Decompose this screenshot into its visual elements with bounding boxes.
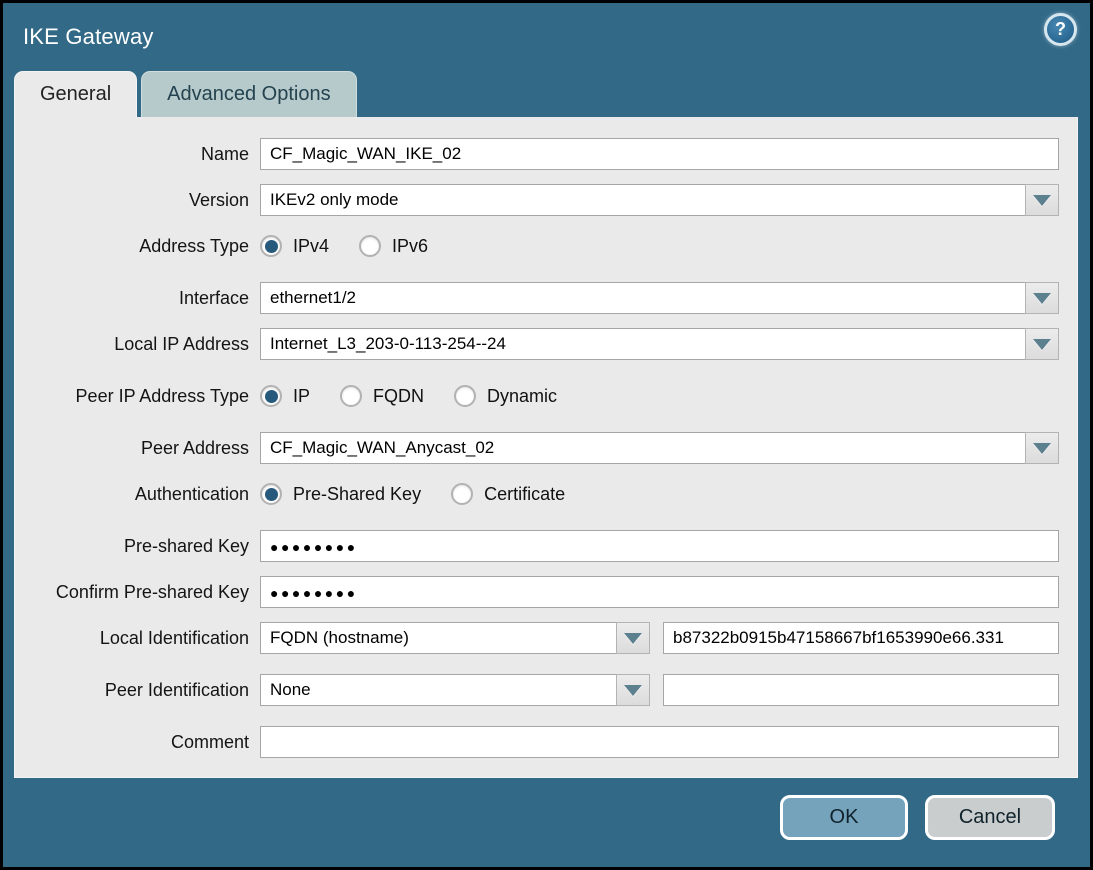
row-local-identification: Local Identification [15,622,1059,654]
local-ip-address-label: Local IP Address [15,334,260,355]
tab-general-label: General [40,83,111,106]
row-peer-identification: Peer Identification [15,674,1059,706]
interface-input[interactable] [260,282,1026,314]
chevron-down-icon [624,685,642,696]
version-dropdown-button[interactable] [1025,184,1059,216]
ok-button[interactable]: OK [780,795,908,840]
chevron-down-icon [1033,339,1051,350]
peer-address-dropdown-button[interactable] [1025,432,1059,464]
address-type-label: Address Type [15,236,260,257]
confirm-pre-shared-key-input[interactable] [260,576,1059,608]
peer-identification-type-combo [260,674,650,706]
row-pre-shared-key: Pre-shared Key [15,530,1059,562]
comment-label: Comment [15,732,260,753]
address-type-ipv4-option[interactable]: IPv4 [260,235,329,257]
peer-identification-type-input[interactable] [260,674,617,706]
row-name: Name [15,138,1059,170]
peer-type-fqdn-option[interactable]: FQDN [340,385,424,407]
certificate-radio-label: Certificate [484,484,565,505]
row-peer-address: Peer Address [15,432,1059,464]
peer-identification-dropdown-button[interactable] [616,674,650,706]
chevron-down-icon [1033,195,1051,206]
tab-bar: General Advanced Options [14,71,357,117]
dialog-title: IKE Gateway [3,18,154,50]
auth-pre-shared-key-option[interactable]: Pre-Shared Key [260,483,421,505]
ip-radio-label: IP [293,386,310,407]
peer-address-input[interactable] [260,432,1026,464]
tab-advanced-options-label: Advanced Options [167,83,330,106]
comment-input[interactable] [260,726,1059,758]
local-ip-address-dropdown-button[interactable] [1025,328,1059,360]
version-label: Version [15,190,260,211]
row-interface: Interface [15,282,1059,314]
address-type-ipv6-option[interactable]: IPv6 [359,235,428,257]
tab-advanced-options[interactable]: Advanced Options [141,71,356,117]
chevron-down-icon [624,633,642,644]
help-icon[interactable]: ? [1044,13,1077,46]
auth-certificate-option[interactable]: Certificate [451,483,565,505]
local-identification-label: Local Identification [15,628,260,649]
ipv4-radio[interactable] [260,235,282,257]
interface-dropdown-button[interactable] [1025,282,1059,314]
chevron-down-icon [1033,293,1051,304]
ipv6-radio[interactable] [359,235,381,257]
general-tab-panel: Name Version Address Type IPv4 [14,117,1078,778]
dynamic-radio[interactable] [454,385,476,407]
interface-label: Interface [15,288,260,309]
confirm-pre-shared-key-label: Confirm Pre-shared Key [15,582,260,603]
name-label: Name [15,144,260,165]
row-comment: Comment [15,726,1059,758]
row-confirm-pre-shared-key: Confirm Pre-shared Key [15,576,1059,608]
dialog-footer: OK Cancel [3,778,1090,867]
certificate-radio[interactable] [451,483,473,505]
tab-general[interactable]: General [14,71,137,117]
version-input[interactable] [260,184,1026,216]
ip-radio[interactable] [260,385,282,407]
chevron-down-icon [1033,443,1051,454]
ipv6-radio-label: IPv6 [392,236,428,257]
name-input[interactable] [260,138,1059,170]
pre-shared-key-radio[interactable] [260,483,282,505]
peer-identification-label: Peer Identification [15,680,260,701]
row-address-type: Address Type IPv4 IPv6 [15,230,1059,262]
pre-shared-key-radio-label: Pre-Shared Key [293,484,421,505]
pre-shared-key-label: Pre-shared Key [15,536,260,557]
cancel-button[interactable]: Cancel [925,795,1055,840]
row-peer-ip-address-type: Peer IP Address Type IP FQDN Dynamic [15,380,1059,412]
ipv4-radio-label: IPv4 [293,236,329,257]
authentication-label: Authentication [15,484,260,505]
row-local-ip-address: Local IP Address [15,328,1059,360]
dynamic-radio-label: Dynamic [487,386,557,407]
peer-address-label: Peer Address [15,438,260,459]
local-ip-address-input[interactable] [260,328,1026,360]
ike-gateway-dialog: IKE Gateway ? General Advanced Options N… [3,3,1090,867]
pre-shared-key-input[interactable] [260,530,1059,562]
local-identification-type-combo [260,622,650,654]
peer-identification-value-input[interactable] [663,674,1059,706]
row-authentication: Authentication Pre-Shared Key Certificat… [15,478,1059,510]
peer-ip-address-type-label: Peer IP Address Type [15,386,260,407]
row-version: Version [15,184,1059,216]
peer-type-dynamic-option[interactable]: Dynamic [454,385,557,407]
fqdn-radio[interactable] [340,385,362,407]
local-identification-dropdown-button[interactable] [616,622,650,654]
dialog-titlebar: IKE Gateway ? [3,3,1090,65]
fqdn-radio-label: FQDN [373,386,424,407]
peer-type-ip-option[interactable]: IP [260,385,310,407]
local-identification-type-input[interactable] [260,622,617,654]
local-identification-value-input[interactable] [663,622,1059,654]
